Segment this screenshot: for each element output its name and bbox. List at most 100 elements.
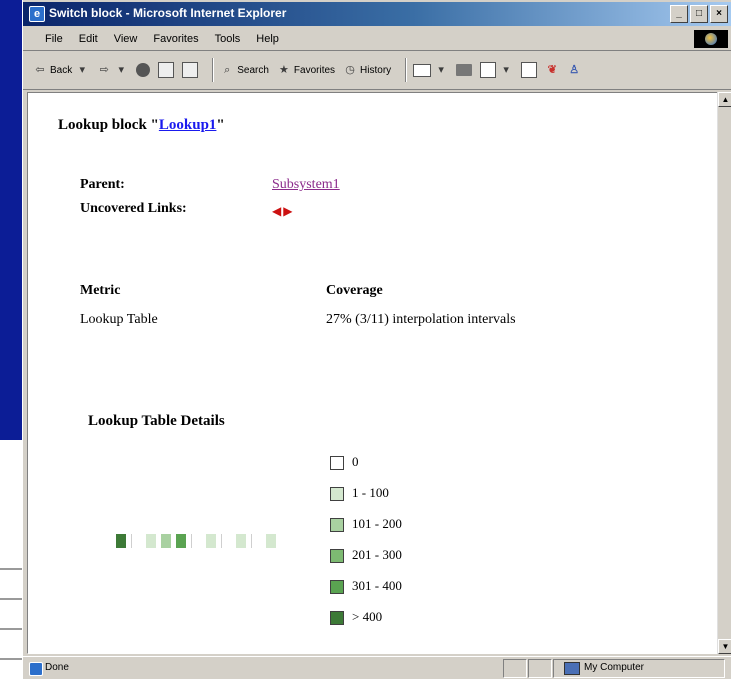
legend-label: > 400 xyxy=(352,609,383,624)
toolbar-separator xyxy=(405,58,408,82)
menu-file[interactable]: File xyxy=(23,33,71,45)
coverage-cell xyxy=(236,534,246,548)
back-button[interactable]: ⇦ Back ▾ xyxy=(33,63,89,77)
legend-swatch xyxy=(330,549,344,563)
page-title: Lookup block "Lookup1" xyxy=(58,117,225,134)
left-arrow-icon[interactable]: ◀ xyxy=(272,205,281,217)
menu-edit[interactable]: Edit xyxy=(71,33,106,45)
parent-label: Parent: xyxy=(80,177,125,192)
edit-button[interactable]: ▾ xyxy=(480,62,513,78)
history-label: History xyxy=(360,64,392,76)
legend-label: 301 - 400 xyxy=(352,578,402,593)
history-icon: ◷ xyxy=(345,64,355,76)
forward-button[interactable]: ⇨ ▾ xyxy=(97,63,128,77)
lookup1-link[interactable]: Lookup1 xyxy=(159,117,217,133)
messenger-button[interactable]: ♙ xyxy=(567,63,581,77)
zone-text: My Computer xyxy=(584,662,645,673)
mail-icon xyxy=(413,63,432,77)
legend-label: 1 - 100 xyxy=(352,485,389,500)
favorites-label: Favorites xyxy=(293,64,336,76)
minimize-button[interactable]: _ xyxy=(670,5,688,23)
coverage-header: Coverage xyxy=(326,283,383,298)
uncovered-links-label: Uncovered Links: xyxy=(80,201,187,216)
print-icon xyxy=(456,64,473,76)
forward-arrow-icon: ⇨ xyxy=(99,64,109,76)
metric-header: Metric xyxy=(80,283,121,298)
coverage-cell xyxy=(146,534,156,548)
uncovered-links-arrows[interactable]: ◀ ▶ xyxy=(272,205,292,217)
ie-throbber-logo xyxy=(694,30,728,48)
legend-swatch xyxy=(330,487,344,501)
coverage-cell xyxy=(221,534,232,548)
status-text: Done xyxy=(45,662,69,673)
standard-toolbar: ⇦ Back ▾ ⇨ ▾ ⌕ Search ★ Favorites ◷ Hist… xyxy=(23,51,731,90)
close-button[interactable]: × xyxy=(710,5,728,23)
coverage-cell xyxy=(116,534,126,548)
security-zone: My Computer xyxy=(553,659,725,678)
title-bar: e Switch block - Microsoft Internet Expl… xyxy=(23,2,731,26)
coverage-cell xyxy=(266,534,276,548)
back-arrow-icon: ⇦ xyxy=(35,64,45,76)
coverage-cell xyxy=(131,534,142,548)
vertical-scrollbar[interactable]: ▲ ▼ xyxy=(717,92,731,654)
mail-button[interactable]: ▾ xyxy=(413,63,448,77)
print-button[interactable] xyxy=(456,64,473,76)
coverage-value: 27% (3/11) interpolation intervals xyxy=(326,312,516,327)
right-arrow-icon[interactable]: ▶ xyxy=(283,205,292,217)
msn-icon: ❦ xyxy=(547,64,557,76)
refresh-button[interactable] xyxy=(158,62,175,78)
heading-prefix: Lookup block " xyxy=(58,117,159,133)
stop-icon xyxy=(136,63,151,77)
details-heading: Lookup Table Details xyxy=(88,413,225,429)
coverage-cell xyxy=(161,534,171,548)
mail-dropdown-icon: ▾ xyxy=(438,64,444,76)
ie-app-icon: e xyxy=(29,6,45,22)
history-button[interactable]: ◷ History xyxy=(343,63,391,77)
home-button[interactable] xyxy=(182,62,199,78)
coverage-cell xyxy=(206,534,216,548)
menu-help[interactable]: Help xyxy=(248,33,287,45)
slide-table-edge xyxy=(0,540,22,678)
menu-tools[interactable]: Tools xyxy=(207,33,249,45)
search-label: Search xyxy=(237,64,269,76)
legend-swatch xyxy=(330,580,344,594)
window-title: Switch block - Microsoft Internet Explor… xyxy=(49,6,287,20)
scroll-down-icon[interactable]: ▼ xyxy=(718,639,731,654)
stop-button[interactable] xyxy=(136,63,151,77)
msn-button[interactable]: ❦ xyxy=(545,63,559,77)
search-icon: ⌕ xyxy=(224,64,231,76)
status-panel xyxy=(503,659,527,678)
back-label: Back xyxy=(50,64,73,76)
legend-swatch xyxy=(330,456,344,470)
coverage-cell xyxy=(191,534,202,548)
maximize-button[interactable]: □ xyxy=(690,5,708,23)
messenger-icon: ♙ xyxy=(569,64,580,76)
legend-swatch xyxy=(330,518,344,532)
page-content: Lookup block "Lookup1" Parent: Subsystem… xyxy=(27,92,719,654)
discuss-icon xyxy=(521,62,538,78)
search-button[interactable]: ⌕ Search xyxy=(220,63,269,77)
legend-label: 0 xyxy=(352,454,359,469)
menu-view[interactable]: View xyxy=(106,33,146,45)
computer-icon xyxy=(564,662,580,675)
legend-label: 101 - 200 xyxy=(352,516,402,531)
scroll-up-icon[interactable]: ▲ xyxy=(718,92,731,107)
back-dropdown-icon: ▾ xyxy=(79,64,85,76)
heading-suffix: " xyxy=(216,117,225,133)
status-panel xyxy=(528,659,552,678)
menu-favorites[interactable]: Favorites xyxy=(145,33,206,45)
coverage-cell xyxy=(176,534,186,548)
menu-bar: File Edit View Favorites Tools Help xyxy=(23,28,731,51)
windows-logo-icon xyxy=(705,33,717,45)
page-icon xyxy=(29,662,43,676)
favorites-button[interactable]: ★ Favorites xyxy=(277,63,335,77)
metric-name: Lookup Table xyxy=(80,312,158,327)
coverage-cell xyxy=(251,534,262,548)
favorites-icon: ★ xyxy=(278,64,289,76)
legend-swatch xyxy=(330,611,344,625)
browser-window: e Switch block - Microsoft Internet Expl… xyxy=(22,0,731,679)
parent-link[interactable]: Subsystem1 xyxy=(272,177,340,193)
discuss-button[interactable] xyxy=(521,62,538,78)
forward-dropdown-icon: ▾ xyxy=(118,64,124,76)
refresh-icon xyxy=(158,62,175,78)
